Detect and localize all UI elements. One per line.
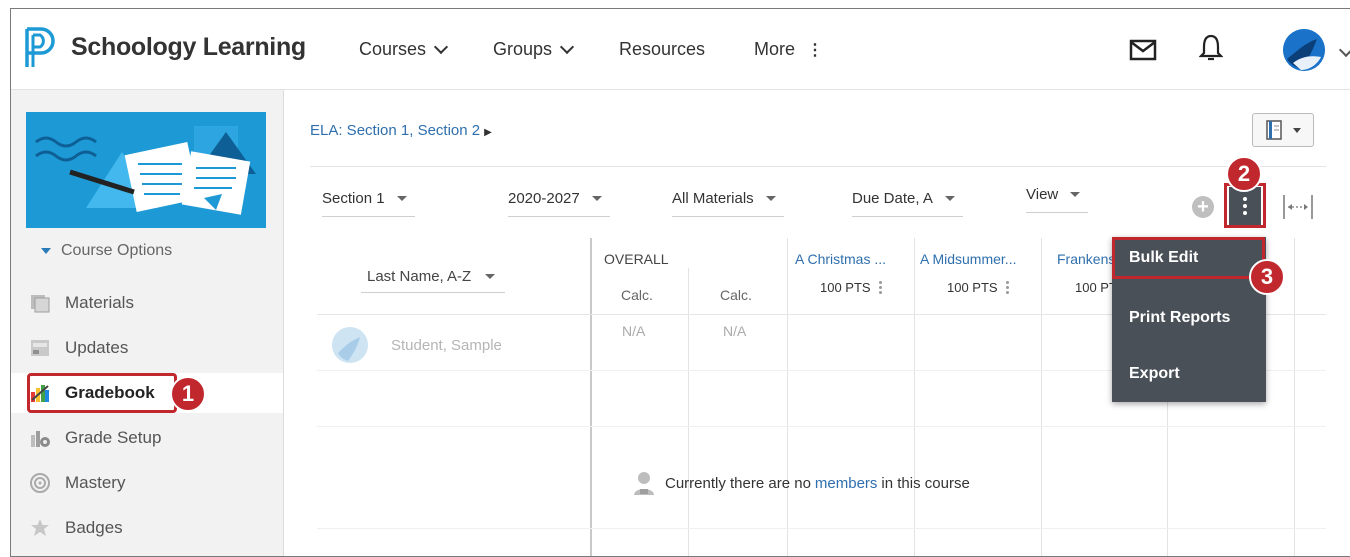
- menu-item-export[interactable]: Export: [1112, 353, 1266, 395]
- members-link[interactable]: members: [815, 475, 878, 492]
- student-sort[interactable]: Last Name, A-Z: [367, 268, 496, 285]
- section-filter[interactable]: Section 1: [322, 190, 415, 217]
- student-avatar: [332, 327, 368, 363]
- caret-down-icon: [1070, 192, 1081, 197]
- view-filter-value: View: [1026, 186, 1059, 203]
- badges-icon: [31, 519, 49, 536]
- sidebar-item-updates[interactable]: Updates: [11, 328, 283, 368]
- sidebar-item-label: Updates: [65, 338, 129, 357]
- sidebar-item-mastery[interactable]: Mastery: [11, 463, 283, 503]
- mastery-icon: [30, 473, 50, 493]
- year-filter-value: 2020-2027: [508, 190, 580, 207]
- sidebar-item-label: Badges: [65, 518, 123, 537]
- calc-header-2: Calc.: [720, 287, 752, 303]
- sidebar-item-badges[interactable]: Badges: [11, 508, 283, 548]
- sort-filter[interactable]: Due Date, A: [852, 190, 963, 217]
- sidebar-item-label: Grade Setup: [65, 428, 162, 447]
- caret-right-icon: ▶: [484, 127, 492, 138]
- layout-toggle[interactable]: [1252, 113, 1314, 147]
- caret-down-icon: [41, 248, 51, 254]
- app-window: Schoology Learning Courses Groups Resour…: [10, 8, 1350, 557]
- nav-groups[interactable]: Groups: [493, 39, 575, 60]
- nav-resources[interactable]: Resources: [619, 39, 705, 60]
- column-menu-icon[interactable]: [1005, 281, 1009, 294]
- avatar[interactable]: [1283, 29, 1325, 71]
- assignment-header-1[interactable]: A Christmas ...: [795, 251, 886, 267]
- course-options-toggle[interactable]: Course Options: [41, 242, 172, 260]
- brand-name: Schoology Learning: [71, 33, 306, 61]
- chevron-down-icon: [559, 39, 575, 54]
- nav-resources-label: Resources: [619, 39, 706, 59]
- caret-down-icon: [765, 196, 776, 201]
- more-dots-icon: ⋮: [807, 41, 824, 59]
- mail-icon[interactable]: [1129, 39, 1157, 61]
- assignment-pts-1: 100 PTS: [820, 280, 882, 295]
- caret-down-icon: [485, 274, 496, 279]
- notebook-icon: [1266, 120, 1282, 140]
- student-sort-label: Last Name, A-Z: [367, 268, 472, 285]
- avatar-icon: [1283, 29, 1325, 71]
- empty-state-prefix: Currently there are no: [665, 474, 811, 492]
- caret-down-icon: [1293, 127, 1301, 133]
- divider: [310, 166, 1326, 167]
- nav-courses[interactable]: Courses: [359, 39, 449, 60]
- chevron-down-icon: [433, 39, 449, 54]
- calc-value: N/A: [723, 323, 747, 339]
- materials-icon: [31, 295, 50, 313]
- bell-icon[interactable]: [1199, 33, 1223, 63]
- grade-setup-icon: [31, 431, 50, 447]
- materials-filter[interactable]: All Materials: [672, 190, 784, 217]
- pts-label: 100 PT: [1075, 280, 1117, 295]
- assignment-pts-3: 100 PT: [1075, 280, 1117, 295]
- course-sidebar: Course Options Materials Updates Gradebo…: [11, 90, 284, 556]
- schoology-logo-icon[interactable]: [19, 25, 59, 71]
- pts-label: 100 PTS: [820, 280, 871, 295]
- sidebar-item-grade-setup[interactable]: Grade Setup: [11, 418, 283, 458]
- callout-1: 1: [170, 376, 206, 412]
- column-menu-icon[interactable]: [878, 281, 882, 294]
- plus-icon[interactable]: +: [1192, 196, 1214, 218]
- breadcrumb-link[interactable]: ELA: Section 1, Section 2: [310, 122, 480, 139]
- updates-icon: [31, 340, 49, 356]
- top-navigation: Schoology Learning Courses Groups Resour…: [11, 9, 1350, 90]
- section-filter-value: Section 1: [322, 190, 385, 207]
- overall-header: OVERALL: [604, 251, 669, 267]
- gradebook-highlight: [27, 373, 177, 413]
- nav-more[interactable]: More ⋮: [754, 39, 823, 60]
- view-filter[interactable]: View: [1026, 186, 1089, 213]
- sidebar-item-materials[interactable]: Materials: [11, 283, 283, 323]
- caret-down-icon: [944, 196, 955, 201]
- nav-groups-label: Groups: [493, 39, 553, 59]
- person-icon: [634, 472, 654, 495]
- sidebar-item-label: Materials: [65, 293, 134, 312]
- materials-filter-value: All Materials: [672, 190, 754, 207]
- bulk-edit-highlight: [1112, 237, 1265, 279]
- student-name[interactable]: Student, Sample: [391, 337, 502, 354]
- calc-header-1: Calc.: [621, 287, 653, 303]
- menu-item-print-reports[interactable]: Print Reports: [1112, 297, 1266, 339]
- caret-down-icon: [396, 196, 407, 201]
- empty-state: Currently there are no members in this c…: [633, 470, 970, 496]
- pts-label: 100 PTS: [947, 280, 998, 295]
- assignment-header-2[interactable]: A Midsummer...: [920, 251, 1016, 267]
- sort-filter-value: Due Date, A: [852, 190, 933, 207]
- course-options-label: Course Options: [61, 242, 173, 259]
- assignment-pts-2: 100 PTS: [947, 280, 1009, 295]
- sidebar-item-label: Mastery: [65, 473, 126, 492]
- assignment-header-3[interactable]: Frankens: [1057, 251, 1115, 267]
- year-filter[interactable]: 2020-2027: [508, 190, 610, 217]
- course-image: [26, 112, 266, 228]
- breadcrumb[interactable]: ELA: Section 1, Section 2 ▶: [310, 122, 492, 139]
- menu-item-label: Print Reports: [1129, 309, 1231, 326]
- expand-columns-icon[interactable]: [1280, 192, 1316, 222]
- overall-value: N/A: [622, 323, 646, 339]
- caret-down-icon: [591, 196, 602, 201]
- callout-3: 3: [1249, 259, 1285, 295]
- empty-state-suffix: in this course: [881, 474, 970, 492]
- chevron-down-icon[interactable]: [1338, 42, 1350, 58]
- callout-2: 2: [1226, 156, 1262, 192]
- nav-more-label: More: [754, 39, 796, 59]
- menu-item-label: Export: [1129, 365, 1180, 382]
- nav-courses-label: Courses: [359, 39, 427, 59]
